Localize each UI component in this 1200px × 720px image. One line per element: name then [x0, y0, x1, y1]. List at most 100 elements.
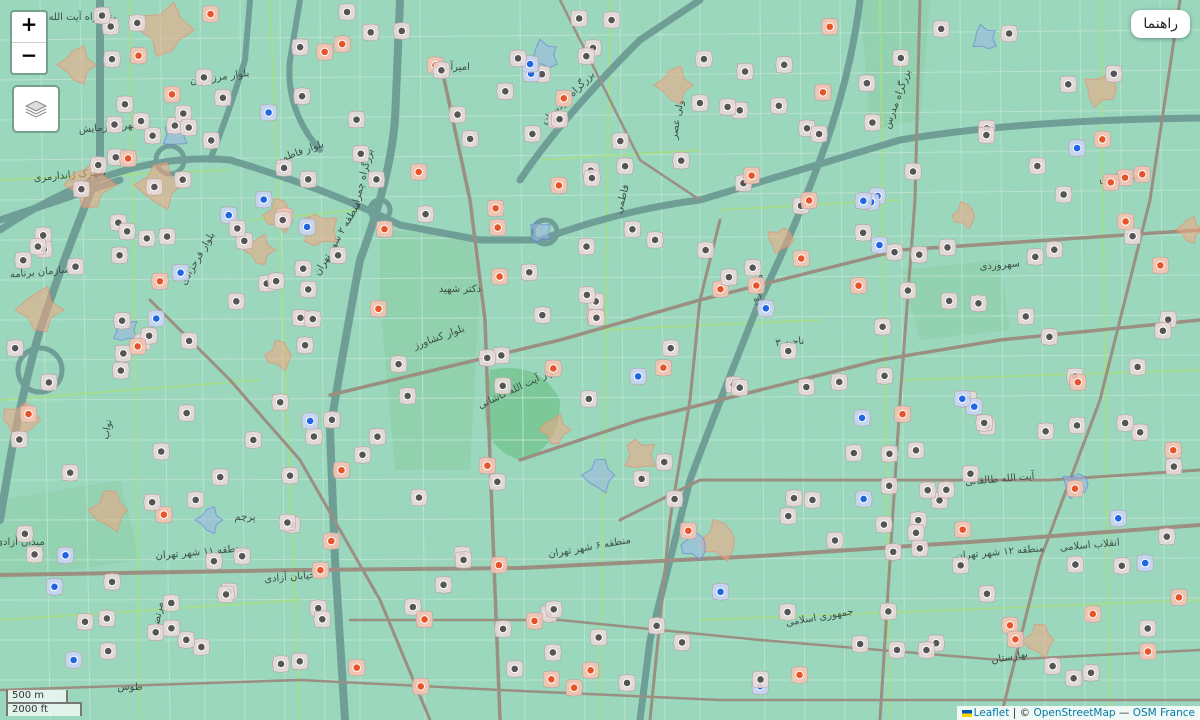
- grey-marker[interactable]: [461, 130, 479, 148]
- grey-marker[interactable]: [583, 169, 601, 187]
- osm-link[interactable]: OpenStreetMap: [1033, 707, 1115, 719]
- red-marker[interactable]: [542, 670, 561, 689]
- grey-marker[interactable]: [673, 633, 691, 652]
- red-marker[interactable]: [490, 556, 508, 574]
- grey-marker[interactable]: [826, 531, 844, 550]
- grey-marker[interactable]: [1059, 75, 1078, 94]
- red-marker[interactable]: [478, 456, 497, 475]
- grey-marker[interactable]: [888, 641, 906, 659]
- blue-marker[interactable]: [854, 191, 873, 210]
- red-marker[interactable]: [311, 561, 330, 580]
- red-marker[interactable]: [409, 163, 428, 181]
- grey-marker[interactable]: [14, 251, 33, 270]
- grey-marker[interactable]: [618, 674, 636, 692]
- grey-marker[interactable]: [205, 552, 223, 571]
- grey-marker[interactable]: [1104, 64, 1123, 83]
- grey-marker[interactable]: [520, 263, 539, 282]
- grey-marker[interactable]: [158, 227, 176, 246]
- red-marker[interactable]: [201, 5, 220, 23]
- grey-marker[interactable]: [294, 259, 313, 278]
- grey-marker[interactable]: [544, 600, 563, 619]
- red-marker[interactable]: [525, 612, 544, 630]
- grey-marker[interactable]: [132, 112, 150, 130]
- grey-marker[interactable]: [347, 110, 366, 129]
- red-marker[interactable]: [1069, 373, 1087, 392]
- help-button[interactable]: راهنما: [1131, 10, 1190, 38]
- red-marker[interactable]: [953, 520, 972, 539]
- red-marker[interactable]: [333, 35, 352, 53]
- grey-marker[interactable]: [977, 126, 996, 144]
- grey-marker[interactable]: [720, 268, 738, 286]
- grey-marker[interactable]: [110, 246, 129, 265]
- grey-marker[interactable]: [179, 118, 198, 137]
- grey-marker[interactable]: [978, 584, 996, 603]
- grey-marker[interactable]: [718, 98, 737, 116]
- grey-marker[interactable]: [6, 339, 25, 358]
- grey-marker[interactable]: [496, 82, 515, 101]
- grey-marker[interactable]: [632, 470, 651, 488]
- grey-marker[interactable]: [454, 551, 473, 569]
- blue-marker[interactable]: [870, 236, 889, 254]
- grey-marker[interactable]: [152, 442, 171, 461]
- grey-marker[interactable]: [779, 507, 798, 525]
- grey-marker[interactable]: [192, 638, 211, 656]
- grey-marker[interactable]: [1131, 423, 1149, 442]
- grey-marker[interactable]: [10, 430, 29, 449]
- grey-marker[interactable]: [602, 11, 621, 29]
- grey-marker[interactable]: [493, 376, 512, 395]
- grey-marker[interactable]: [296, 336, 314, 355]
- grey-marker[interactable]: [646, 231, 664, 249]
- blue-marker[interactable]: [953, 389, 972, 408]
- grey-marker[interactable]: [937, 480, 956, 499]
- grey-marker[interactable]: [751, 670, 770, 689]
- grey-marker[interactable]: [494, 620, 512, 638]
- grey-marker[interactable]: [76, 612, 94, 631]
- blue-marker[interactable]: [64, 651, 83, 669]
- grey-marker[interactable]: [186, 491, 205, 509]
- grey-marker[interactable]: [803, 491, 822, 509]
- grey-marker[interactable]: [99, 642, 118, 660]
- grey-marker[interactable]: [1138, 619, 1157, 638]
- blue-marker[interactable]: [1136, 554, 1155, 572]
- grey-marker[interactable]: [299, 170, 318, 189]
- grey-marker[interactable]: [353, 446, 372, 464]
- blue-marker[interactable]: [259, 103, 278, 122]
- grey-marker[interactable]: [217, 585, 235, 604]
- grey-marker[interactable]: [1000, 24, 1018, 43]
- grey-marker[interactable]: [305, 427, 323, 446]
- grey-marker[interactable]: [1036, 422, 1055, 441]
- grey-marker[interactable]: [616, 157, 634, 176]
- grey-marker[interactable]: [577, 237, 596, 256]
- grey-marker[interactable]: [858, 74, 876, 93]
- grey-marker[interactable]: [863, 113, 882, 132]
- grey-marker[interactable]: [1157, 527, 1176, 546]
- grey-marker[interactable]: [61, 463, 80, 482]
- grey-marker[interactable]: [273, 211, 292, 229]
- grey-marker[interactable]: [111, 361, 130, 380]
- grey-marker[interactable]: [1064, 669, 1083, 688]
- leaflet-link[interactable]: Leaflet: [974, 707, 1010, 719]
- red-marker[interactable]: [411, 677, 430, 696]
- grey-marker[interactable]: [116, 95, 134, 114]
- grey-marker[interactable]: [1016, 307, 1035, 326]
- grey-marker[interactable]: [691, 94, 709, 112]
- grey-marker[interactable]: [25, 545, 44, 564]
- grey-marker[interactable]: [1165, 457, 1183, 476]
- grey-marker[interactable]: [398, 387, 417, 405]
- grey-marker[interactable]: [211, 468, 230, 486]
- grey-marker[interactable]: [577, 47, 596, 66]
- red-marker[interactable]: [1006, 630, 1025, 649]
- grey-marker[interactable]: [488, 472, 507, 491]
- grey-marker[interactable]: [361, 23, 380, 42]
- grey-marker[interactable]: [655, 453, 674, 471]
- grey-marker[interactable]: [351, 144, 370, 163]
- grey-marker[interactable]: [1112, 556, 1131, 575]
- grey-marker[interactable]: [1040, 327, 1059, 346]
- grey-marker[interactable]: [647, 616, 666, 635]
- grey-marker[interactable]: [275, 159, 293, 177]
- grey-marker[interactable]: [779, 342, 798, 360]
- grey-marker[interactable]: [1154, 321, 1172, 340]
- grey-marker[interactable]: [961, 464, 980, 483]
- red-marker[interactable]: [893, 405, 912, 423]
- grey-marker[interactable]: [917, 641, 936, 659]
